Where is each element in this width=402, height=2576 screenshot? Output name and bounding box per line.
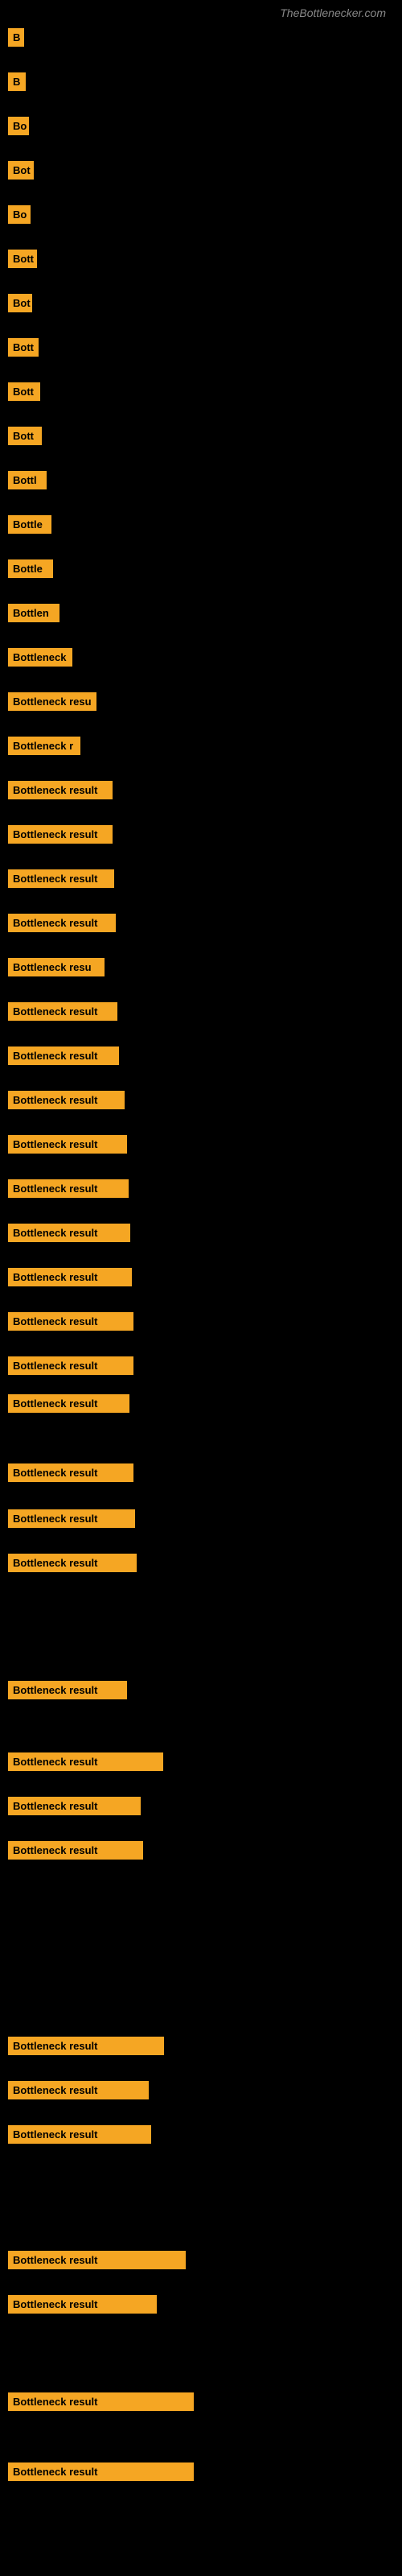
bottleneck-label: Bottleneck result	[8, 1394, 129, 1413]
bottleneck-label: Bottleneck result	[8, 914, 116, 932]
bottleneck-label: Bottleneck result	[8, 2295, 157, 2314]
bottleneck-label: Bottleneck r	[8, 737, 80, 755]
bottleneck-label: B	[8, 72, 26, 91]
list-item: Bo	[8, 117, 29, 139]
bottleneck-label: Bottleneck result	[8, 1268, 132, 1286]
bottleneck-label: Bottleneck result	[8, 1135, 127, 1154]
list-item: Bottle	[8, 515, 51, 538]
list-item: Bottleneck result	[8, 1356, 133, 1379]
list-item: Bottleneck result	[8, 1002, 117, 1025]
bottleneck-label: Bo	[8, 205, 31, 224]
bottleneck-label: Bottleneck result	[8, 1752, 163, 1771]
list-item: B	[8, 72, 26, 95]
bottleneck-label: Bott	[8, 382, 40, 401]
list-item: Bottleneck result	[8, 1509, 135, 1532]
list-item: Bottleneck result	[8, 1046, 119, 1069]
list-item: Bottleneck result	[8, 2462, 194, 2485]
bottleneck-label: Bott	[8, 427, 42, 445]
bottleneck-label: Bottle	[8, 515, 51, 534]
bottleneck-label: Bottleneck result	[8, 2037, 164, 2055]
list-item: Bottleneck result	[8, 1394, 129, 1417]
list-item: Bottleneck result	[8, 1797, 141, 1819]
bottleneck-label: Bott	[8, 250, 37, 268]
list-item: Bottleneck result	[8, 1179, 129, 1202]
bottleneck-label: Bottleneck resu	[8, 692, 96, 711]
list-item: Bott	[8, 250, 37, 272]
list-item: Bott	[8, 427, 42, 449]
bottleneck-label: Bottl	[8, 471, 47, 489]
list-item: Bottleneck result	[8, 1752, 163, 1775]
bottleneck-label: Bottleneck result	[8, 1841, 143, 1860]
list-item: Bott	[8, 338, 39, 361]
bottleneck-label: Bottleneck result	[8, 869, 114, 888]
bottleneck-label: Bottleneck result	[8, 825, 113, 844]
list-item: Bottleneck resu	[8, 958, 105, 980]
list-item: Bottleneck result	[8, 2081, 149, 2103]
bottleneck-label: Bottleneck result	[8, 2251, 186, 2269]
bottleneck-label: Bottleneck result	[8, 1509, 135, 1528]
list-item: Bottleneck result	[8, 2251, 186, 2273]
bottleneck-label: Bottleneck result	[8, 2081, 149, 2099]
list-item: Bottleneck resu	[8, 692, 96, 715]
bottleneck-label: Bottleneck result	[8, 2125, 151, 2144]
list-item: Bottleneck result	[8, 1224, 130, 1246]
list-item: Bottleneck	[8, 648, 72, 671]
list-item: Bottleneck result	[8, 869, 114, 892]
list-item: Bottleneck result	[8, 2037, 164, 2059]
list-item: Bottleneck result	[8, 914, 116, 936]
bottleneck-label: Bottleneck result	[8, 1356, 133, 1375]
list-item: Bottleneck result	[8, 825, 113, 848]
list-item: Bottleneck result	[8, 1841, 143, 1864]
list-item: Bottl	[8, 471, 47, 493]
list-item: Bottlen	[8, 604, 59, 626]
bottleneck-label: Bottleneck result	[8, 1463, 133, 1482]
bottleneck-label: Bottleneck result	[8, 1179, 129, 1198]
bottleneck-label: Bott	[8, 338, 39, 357]
bottleneck-label: Bottleneck	[8, 648, 72, 667]
bottleneck-label: Bottleneck resu	[8, 958, 105, 976]
list-item: Bottle	[8, 559, 53, 582]
bottleneck-label: Bottleneck result	[8, 1046, 119, 1065]
bottleneck-label: Bottleneck result	[8, 1002, 117, 1021]
list-item: Bottleneck result	[8, 781, 113, 803]
bottleneck-label: Bot	[8, 161, 34, 180]
list-item: Bottleneck result	[8, 1463, 133, 1486]
list-item: Bottleneck result	[8, 1091, 125, 1113]
bottleneck-label: Bottleneck result	[8, 1797, 141, 1815]
bottleneck-label: Bot	[8, 294, 32, 312]
bottleneck-label: Bottleneck result	[8, 781, 113, 799]
list-item: Bottleneck result	[8, 1268, 132, 1290]
list-item: Bottleneck result	[8, 2392, 194, 2415]
site-title: TheBottlenecker.com	[280, 6, 386, 19]
list-item: Bottleneck result	[8, 1312, 133, 1335]
bottleneck-label: Bottlen	[8, 604, 59, 622]
bottleneck-label: Bo	[8, 117, 29, 135]
list-item: Bottleneck result	[8, 2295, 157, 2318]
bottleneck-label: Bottleneck result	[8, 1091, 125, 1109]
list-item: Bott	[8, 382, 40, 405]
bottleneck-label: Bottleneck result	[8, 1681, 127, 1699]
list-item: Bot	[8, 294, 32, 316]
list-item: Bottleneck result	[8, 1135, 127, 1158]
list-item: Bottleneck result	[8, 2125, 151, 2148]
bottleneck-label: Bottleneck result	[8, 2392, 194, 2411]
list-item: B	[8, 28, 24, 51]
bottleneck-label: Bottleneck result	[8, 1554, 137, 1572]
list-item: Bottleneck result	[8, 1554, 137, 1576]
list-item: Bot	[8, 161, 34, 184]
bottleneck-label: Bottleneck result	[8, 2462, 194, 2481]
list-item: Bottleneck r	[8, 737, 80, 759]
bottleneck-label: Bottleneck result	[8, 1224, 130, 1242]
bottleneck-label: Bottleneck result	[8, 1312, 133, 1331]
bottleneck-label: Bottle	[8, 559, 53, 578]
list-item: Bo	[8, 205, 31, 228]
bottleneck-label: B	[8, 28, 24, 47]
list-item: Bottleneck result	[8, 1681, 127, 1703]
